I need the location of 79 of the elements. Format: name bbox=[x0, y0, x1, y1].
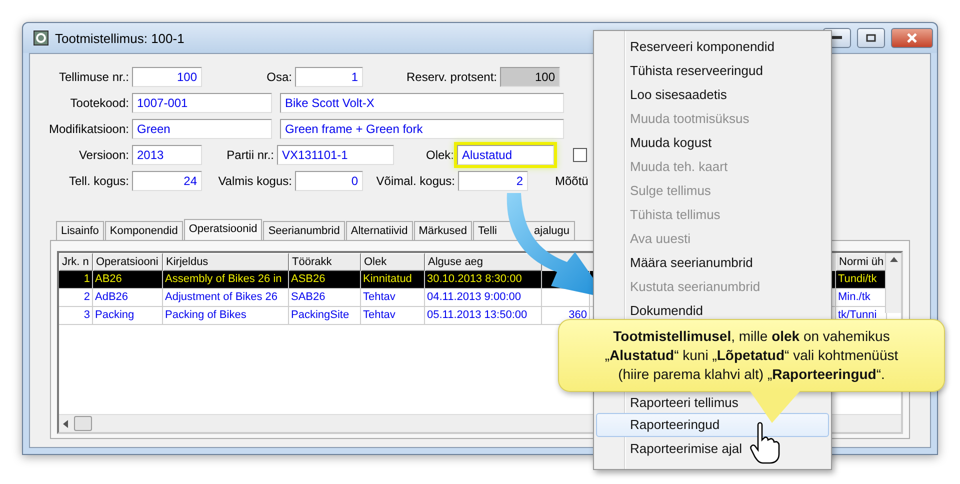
close-button[interactable] bbox=[891, 28, 933, 48]
menu-item[interactable]: Raporteeri tellimus bbox=[596, 393, 829, 413]
field-label: Mõõtü bbox=[555, 174, 590, 188]
field-label: Partii nr.: bbox=[226, 148, 275, 162]
input-field[interactable]: 2013 bbox=[132, 145, 202, 165]
input-field[interactable]: Green frame + Green fork bbox=[280, 119, 564, 139]
app-icon bbox=[33, 30, 49, 46]
table-cell: 3 bbox=[59, 307, 93, 325]
table-cell: Assembly of Bikes 26 in bbox=[163, 271, 289, 289]
table-cell: SAB26 bbox=[289, 289, 361, 307]
scroll-thumb[interactable] bbox=[74, 416, 92, 431]
scroll-up-icon[interactable] bbox=[890, 257, 898, 262]
column-header[interactable]: Operatsiooni bbox=[93, 253, 163, 271]
table-cell: PackingSite bbox=[289, 307, 361, 325]
menu-item[interactable]: Raporteerimise ajal bbox=[596, 437, 829, 461]
table-cell: Packing of Bikes bbox=[163, 307, 289, 325]
input-field[interactable]: 0 bbox=[295, 171, 363, 191]
table-cell: AdB26 bbox=[93, 289, 163, 307]
tab[interactable]: Komponendid bbox=[104, 221, 183, 240]
tab[interactable]: Operatsioonid bbox=[184, 219, 262, 240]
menu-item[interactable]: Muuda kogust bbox=[596, 131, 829, 155]
field-label: Osa: bbox=[266, 70, 293, 84]
column-header[interactable]: Normi üh bbox=[836, 253, 887, 271]
callout-tail bbox=[750, 391, 800, 423]
scroll-left-icon[interactable] bbox=[63, 420, 68, 428]
minimize-icon bbox=[832, 36, 842, 40]
input-field[interactable]: 1 bbox=[295, 67, 363, 87]
table-cell: 30.10.2013 8:30:00 bbox=[425, 271, 542, 289]
tab[interactable]: Märkused bbox=[414, 221, 472, 240]
input-field[interactable]: 24 bbox=[132, 171, 202, 191]
field-label: Tootekood: bbox=[69, 96, 130, 110]
field-label: Olek: bbox=[424, 148, 455, 162]
field-label: Reserv. protsent: bbox=[406, 70, 498, 84]
menu-item[interactable]: Loo sisesaadetis bbox=[596, 83, 829, 107]
field-label: Versioon: bbox=[78, 148, 130, 162]
callout-text: Tootmistellimusel, mille olek on vahemikus „Alustatud“ kuni „Lõpetatud“ vali kohtmenüüst (hiire parema klahvi alt) „Raporteeringud“. bbox=[558, 319, 945, 392]
input-field[interactable]: 100 bbox=[132, 67, 202, 87]
table-cell: ASB26 bbox=[289, 271, 361, 289]
input-field[interactable]: Alustatud bbox=[457, 145, 554, 165]
input-field[interactable]: VX131101-1 bbox=[277, 145, 394, 165]
window-title: Tootmistellimus: 100-1 bbox=[55, 30, 186, 46]
column-header[interactable]: Jrk. n bbox=[59, 253, 93, 271]
menu-item[interactable]: Raporteeringud bbox=[596, 413, 829, 437]
table-cell: Tehtav bbox=[361, 289, 425, 307]
field-label: Tellimuse nr.: bbox=[58, 70, 130, 84]
column-header[interactable]: Töörakk bbox=[289, 253, 361, 271]
table-cell: Tehtav bbox=[361, 307, 425, 325]
table-cell: Packing bbox=[93, 307, 163, 325]
table-cell: Kinnitatud bbox=[361, 271, 425, 289]
input-field[interactable]: 2 bbox=[458, 171, 528, 191]
menu-item[interactable]: Reserveeri komponendid bbox=[596, 35, 829, 59]
field-label: Valmis kogus: bbox=[217, 174, 293, 188]
column-header[interactable]: Kirjeldus bbox=[163, 253, 289, 271]
table-cell: 1 bbox=[59, 271, 93, 289]
input-field[interactable]: Bike Scott Volt-X bbox=[280, 93, 564, 113]
table-cell: 2 bbox=[59, 289, 93, 307]
field-label: Võimal. kogus: bbox=[375, 174, 456, 188]
table-cell: AB26 bbox=[93, 271, 163, 289]
tab[interactable]: Seerianumbrid bbox=[263, 221, 345, 240]
table-cell: Tundi/tk bbox=[836, 271, 887, 289]
field-label: Tell. kogus: bbox=[68, 174, 130, 188]
column-header[interactable]: Olek bbox=[361, 253, 425, 271]
table-cell: Adjustment of Bikes 26 bbox=[163, 289, 289, 307]
table-cell: Min./tk bbox=[836, 289, 887, 307]
tab[interactable]: Alternatiivid bbox=[346, 221, 413, 240]
vertical-scrollbar[interactable] bbox=[885, 253, 901, 313]
maximize-button[interactable] bbox=[857, 28, 885, 48]
tab[interactable]: Lisainfo bbox=[56, 221, 104, 240]
close-icon bbox=[907, 33, 917, 43]
column-header[interactable]: Alguse aeg bbox=[425, 253, 542, 271]
input-field[interactable]: Green bbox=[132, 119, 272, 139]
hand-cursor-icon bbox=[750, 422, 780, 464]
maximize-icon bbox=[866, 34, 876, 42]
table-cell: 05.11.2013 13:50:00 bbox=[425, 307, 542, 325]
menu-item[interactable]: Tühista reserveeringud bbox=[596, 59, 829, 83]
input-field[interactable]: 1007-001 bbox=[132, 93, 272, 113]
table-cell: 04.11.2013 9:00:00 bbox=[425, 289, 542, 307]
checkbox[interactable] bbox=[573, 148, 587, 162]
field-label: Modifikatsioon: bbox=[48, 122, 130, 136]
